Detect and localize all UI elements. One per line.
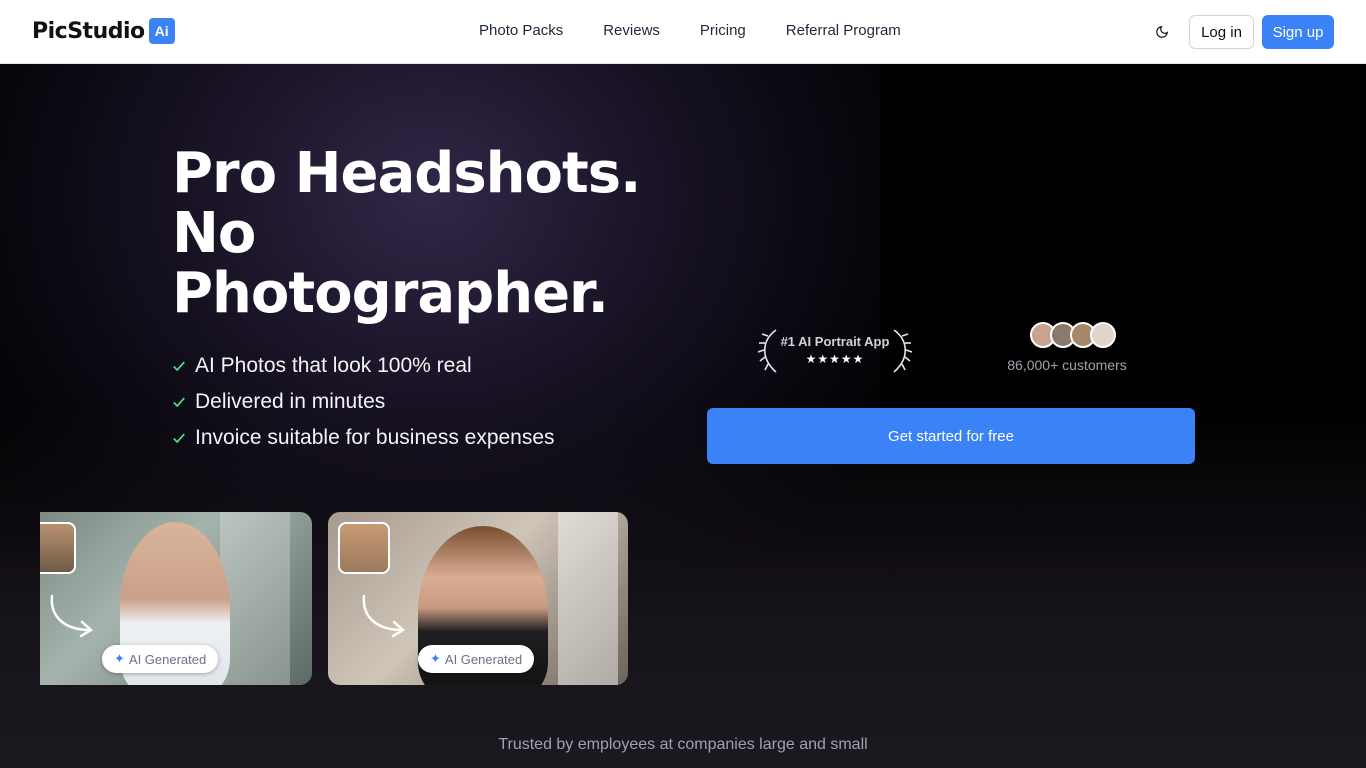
headline-line-2: No bbox=[172, 201, 256, 266]
check-icon bbox=[173, 397, 185, 408]
feature-item: Delivered in minutes bbox=[172, 384, 555, 420]
check-icon bbox=[173, 361, 185, 372]
nav-photo-packs[interactable]: Photo Packs bbox=[479, 22, 563, 39]
award-badge: #1 AI Portrait App ★★★★★ bbox=[756, 326, 914, 376]
hero-section: Pro Headshots. No Photographer. AI Photo… bbox=[0, 64, 1366, 768]
laurel-right-icon bbox=[893, 329, 913, 373]
signup-button[interactable]: Sign up bbox=[1262, 15, 1334, 49]
example-photo-card: ✦ AI Generated bbox=[40, 512, 312, 685]
feature-label: AI Photos that look 100% real bbox=[195, 354, 472, 377]
example-photo-card: ✦ AI Generated bbox=[328, 512, 628, 685]
curved-arrow-icon bbox=[50, 594, 94, 638]
logo-badge: Ai bbox=[148, 18, 175, 44]
get-started-button[interactable]: Get started for free bbox=[707, 408, 1195, 464]
feature-label: Delivered in minutes bbox=[195, 390, 386, 413]
ai-generated-label: AI Generated bbox=[128, 651, 207, 667]
top-navbar: PicStudio Ai Photo Packs Reviews Pricing… bbox=[0, 0, 1366, 64]
main-nav: Photo Packs Reviews Pricing Referral Pro… bbox=[479, 22, 901, 39]
headline-line-1: Pro Headshots. bbox=[172, 141, 641, 206]
moon-icon[interactable] bbox=[1152, 22, 1172, 42]
check-icon bbox=[173, 433, 185, 444]
nav-pricing[interactable]: Pricing bbox=[700, 22, 746, 39]
customer-count: 86,000+ customers bbox=[1007, 357, 1127, 373]
logo[interactable]: PicStudio Ai bbox=[32, 18, 175, 44]
customer-avatars bbox=[1030, 322, 1116, 348]
sparkle-icon: ✦ bbox=[430, 651, 441, 666]
trusted-by-text: Trusted by employees at companies large … bbox=[498, 736, 868, 753]
feature-item: AI Photos that look 100% real bbox=[172, 348, 555, 384]
avatar bbox=[1090, 322, 1116, 348]
curved-arrow-icon bbox=[362, 594, 406, 638]
nav-referral-program[interactable]: Referral Program bbox=[786, 22, 901, 39]
source-selfie-thumb bbox=[40, 522, 76, 574]
logo-text: PicStudio bbox=[32, 18, 145, 44]
feature-label: Invoice suitable for business expenses bbox=[195, 426, 555, 449]
headline-line-3: Photographer. bbox=[172, 261, 609, 326]
ai-generated-badge: ✦ AI Generated bbox=[418, 645, 535, 673]
sparkle-icon: ✦ bbox=[114, 651, 125, 666]
feature-item: Invoice suitable for business expenses bbox=[172, 420, 555, 456]
source-selfie-thumb bbox=[338, 522, 390, 574]
ai-generated-label: AI Generated bbox=[444, 651, 523, 667]
login-button[interactable]: Log in bbox=[1189, 15, 1254, 49]
hero-headline: Pro Headshots. No Photographer. bbox=[172, 144, 692, 324]
ai-generated-badge: ✦ AI Generated bbox=[102, 645, 219, 673]
nav-reviews[interactable]: Reviews bbox=[603, 22, 660, 39]
feature-list: AI Photos that look 100% real Delivered … bbox=[172, 348, 555, 456]
